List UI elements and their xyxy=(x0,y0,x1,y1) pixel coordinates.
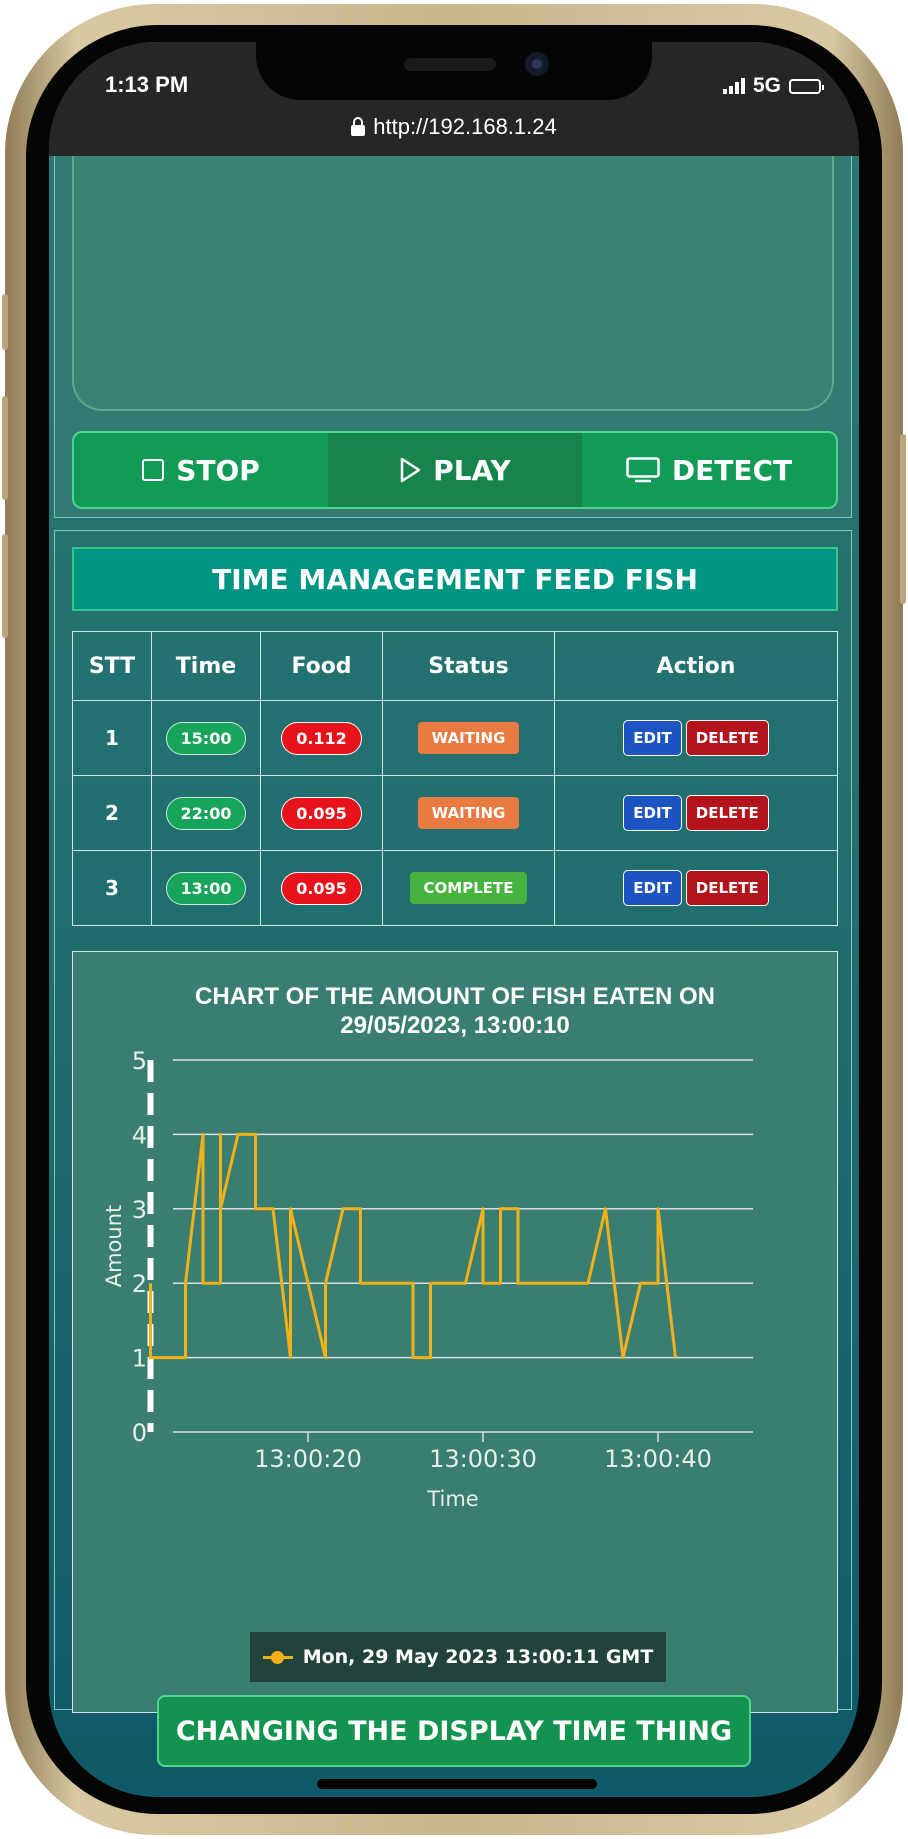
y-tick-label: 0 xyxy=(132,1419,147,1447)
video-feed xyxy=(72,143,834,411)
legend-marker-icon xyxy=(262,1651,293,1664)
monitor-icon xyxy=(626,457,660,483)
edit-button[interactable]: EDIT xyxy=(623,870,682,906)
notch xyxy=(256,42,652,100)
column-header-time: Time xyxy=(151,631,261,701)
play-icon xyxy=(399,457,421,483)
speaker-grille xyxy=(404,58,496,71)
lock-icon xyxy=(351,116,366,136)
row-stt: 2 xyxy=(72,775,152,851)
delete-button[interactable]: DELETE xyxy=(685,720,769,756)
battery-icon xyxy=(789,78,824,94)
schedule-title: TIME MANAGEMENT FEED FISH xyxy=(72,547,838,611)
y-tick-label: 1 xyxy=(132,1345,147,1373)
play-label: PLAY xyxy=(433,453,511,487)
food-pill: 0.095 xyxy=(281,871,362,905)
y-tick-label: 3 xyxy=(132,1196,147,1224)
edit-button[interactable]: EDIT xyxy=(623,795,682,831)
status-badge: WAITING xyxy=(417,722,520,754)
network-indicators: 5G xyxy=(722,74,824,98)
row-stt: 1 xyxy=(72,700,152,776)
table-row: 3 13:00 0.095 COMPLETE EDIT DELETE xyxy=(72,850,838,926)
y-axis-label: Amount xyxy=(102,1205,126,1288)
play-button[interactable]: PLAY xyxy=(328,433,582,507)
clock: 1:13 PM xyxy=(105,72,189,97)
series-line xyxy=(149,1132,677,1360)
mute-switch xyxy=(2,294,8,350)
address-bar[interactable]: http://192.168.1.24 xyxy=(49,114,859,140)
schedule-table: STT Time Food Status Action 1 15:00 0.11… xyxy=(72,631,838,926)
home-indicator xyxy=(317,1779,597,1789)
feed-schedule-panel: TIME MANAGEMENT FEED FISH STT Time Food … xyxy=(54,530,852,1713)
legend-label: Mon, 29 May 2023 13:00:11 GMT xyxy=(302,1646,654,1668)
detect-label: DETECT xyxy=(671,453,793,487)
column-header-status: Status xyxy=(382,631,555,701)
table-row: 2 22:00 0.095 WAITING EDIT DELETE xyxy=(72,775,838,851)
time-pill: 15:00 xyxy=(165,721,247,755)
x-tick-label: 13:00:40 xyxy=(604,1445,712,1473)
time-pill: 22:00 xyxy=(165,796,247,830)
volume-up-button xyxy=(2,396,8,500)
detect-button[interactable]: DETECT xyxy=(582,433,836,507)
power-button xyxy=(900,434,906,604)
status-badge: WAITING xyxy=(417,797,520,829)
food-pill: 0.095 xyxy=(281,796,362,830)
stop-button[interactable]: STOP xyxy=(74,433,328,507)
column-header-action: Action xyxy=(554,631,838,701)
y-tick-label: 4 xyxy=(132,1121,147,1149)
url-text: http://192.168.1.24 xyxy=(373,114,557,139)
change-display-time-button[interactable]: CHANGING THE DISPLAY TIME THING xyxy=(157,1695,751,1767)
stop-square-icon xyxy=(142,459,165,481)
phone-screen: STOP PLAY DETECT TIME MANAGEMENT FEED FI… xyxy=(49,42,859,1797)
x-axis-label: Time xyxy=(426,1487,478,1511)
stop-label: STOP xyxy=(176,453,260,487)
edit-button[interactable]: EDIT xyxy=(623,720,682,756)
chart-legend[interactable]: Mon, 29 May 2023 13:00:11 GMT xyxy=(250,1632,666,1682)
food-pill: 0.112 xyxy=(281,721,362,755)
network-type: 5G xyxy=(752,74,781,97)
y-tick-label: 2 xyxy=(132,1270,147,1298)
control-bar: STOP PLAY DETECT xyxy=(72,431,838,509)
table-row: 1 15:00 0.112 WAITING EDIT DELETE xyxy=(72,700,838,776)
chart-plot: 0 1 2 3 4 5 13:00:20 13:00:30 13:00:40 Time Amount xyxy=(102,1047,753,1511)
column-header-food: Food xyxy=(260,631,383,701)
feeding-chart: CHART OF THE AMOUNT OF FISH EATEN ON 29/… xyxy=(72,951,838,1713)
x-tick-label: 13:00:20 xyxy=(254,1445,362,1473)
signal-icon xyxy=(722,78,745,94)
camera-panel: STOP PLAY DETECT xyxy=(54,142,852,518)
column-header-stt: STT xyxy=(72,631,152,701)
delete-button[interactable]: DELETE xyxy=(685,795,769,831)
front-camera-icon xyxy=(525,52,549,76)
time-pill: 13:00 xyxy=(165,871,247,905)
delete-button[interactable]: DELETE xyxy=(685,870,769,906)
table-header-row: STT Time Food Status Action xyxy=(72,631,838,701)
status-badge: COMPLETE xyxy=(409,872,528,904)
status-bar: 1:13 PM 5G http://192.168.1.24 xyxy=(49,42,859,156)
x-tick-label: 13:00:30 xyxy=(429,1445,537,1473)
row-stt: 3 xyxy=(72,850,152,926)
y-tick-label: 5 xyxy=(132,1047,147,1075)
volume-down-button xyxy=(2,534,8,638)
